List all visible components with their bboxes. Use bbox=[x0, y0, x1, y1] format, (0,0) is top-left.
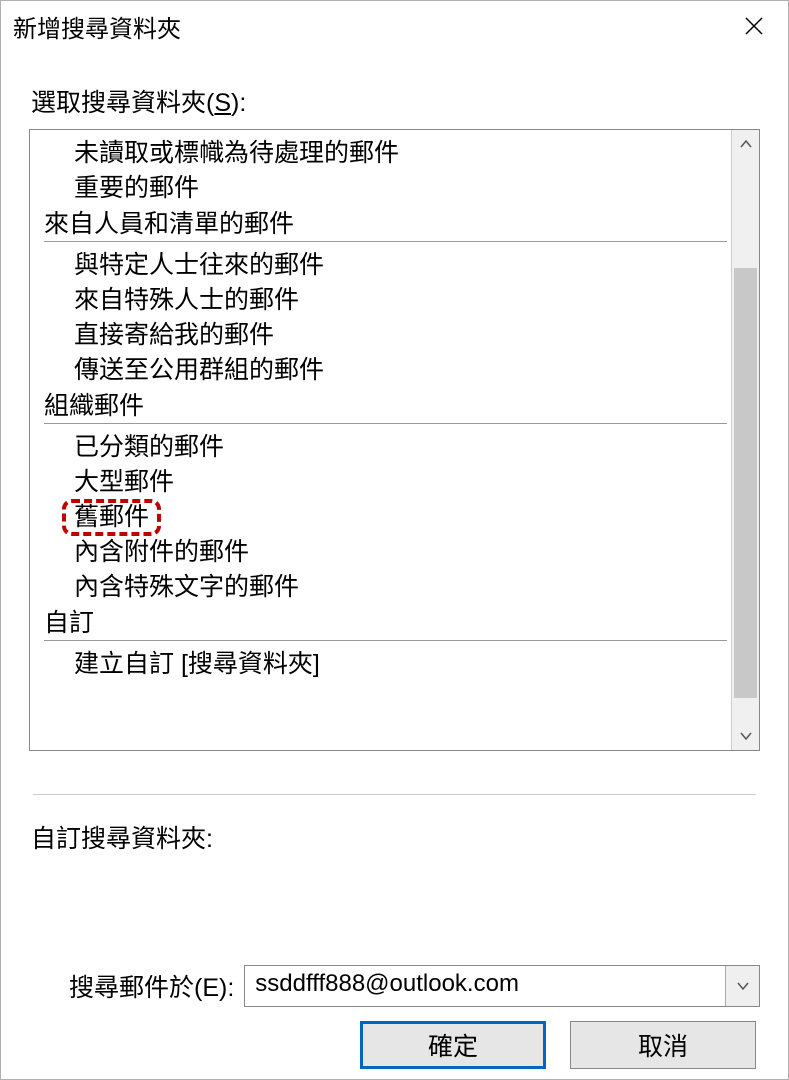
select-folder-label: 選取搜尋資料夾(S): bbox=[31, 83, 760, 119]
scroll-up-icon[interactable] bbox=[732, 130, 759, 158]
list-item[interactable]: 與特定人士往來的郵件 bbox=[40, 248, 731, 283]
list-item[interactable]: 傳送至公用群組的郵件 bbox=[40, 353, 731, 388]
cancel-button[interactable]: 取消 bbox=[570, 1021, 756, 1069]
titlebar: 新增搜尋資料夾 bbox=[1, 1, 788, 51]
mailbox-combobox[interactable]: ssddfff888@outlook.com bbox=[244, 965, 760, 1007]
search-mail-label: 搜尋郵件於(E): bbox=[69, 968, 234, 1004]
scrollbar-thumb[interactable] bbox=[734, 268, 757, 698]
mailbox-value: ssddfff888@outlook.com bbox=[245, 966, 725, 1006]
close-button[interactable] bbox=[732, 4, 776, 48]
list-item[interactable]: 大型郵件 bbox=[40, 465, 731, 500]
list-item[interactable]: 舊郵件 bbox=[40, 500, 731, 535]
list-item[interactable]: 來自特殊人士的郵件 bbox=[40, 283, 731, 318]
custom-folder-label: 自訂搜尋資料夾: bbox=[31, 819, 760, 855]
scroll-down-icon[interactable] bbox=[732, 722, 759, 750]
close-icon bbox=[744, 16, 764, 36]
highlighted-item: 舊郵件 bbox=[74, 505, 149, 530]
new-search-folder-dialog: 新增搜尋資料夾 選取搜尋資料夾(S): 未讀取或標幟為待處理的郵件重要的郵件來自… bbox=[0, 0, 789, 1080]
folder-list-box[interactable]: 未讀取或標幟為待處理的郵件重要的郵件來自人員和清單的郵件與特定人士往來的郵件來自… bbox=[29, 129, 760, 751]
ok-button[interactable]: 確定 bbox=[360, 1021, 546, 1069]
list-group-header: 組織郵件 bbox=[40, 388, 731, 421]
list-item[interactable]: 已分類的郵件 bbox=[40, 430, 731, 465]
list-group-header: 來自人員和清單的郵件 bbox=[40, 206, 731, 239]
combobox-dropdown-button[interactable] bbox=[725, 966, 759, 1006]
list-item[interactable]: 內含附件的郵件 bbox=[40, 535, 731, 570]
dialog-title: 新增搜尋資料夾 bbox=[13, 9, 732, 44]
list-item[interactable]: 重要的郵件 bbox=[40, 171, 731, 206]
list-item[interactable]: 直接寄給我的郵件 bbox=[40, 318, 731, 353]
group-separator bbox=[44, 241, 727, 242]
list-group-header: 自訂 bbox=[40, 605, 731, 638]
group-separator bbox=[44, 423, 727, 424]
list-item[interactable]: 未讀取或標幟為待處理的郵件 bbox=[40, 136, 731, 171]
group-separator bbox=[44, 640, 727, 641]
chevron-down-icon bbox=[737, 981, 749, 991]
list-item[interactable]: 建立自訂 [搜尋資料夾] bbox=[40, 647, 731, 682]
list-item[interactable]: 內含特殊文字的郵件 bbox=[40, 570, 731, 605]
scrollbar[interactable] bbox=[731, 130, 759, 750]
separator bbox=[33, 794, 756, 795]
scrollbar-track[interactable] bbox=[732, 158, 759, 722]
